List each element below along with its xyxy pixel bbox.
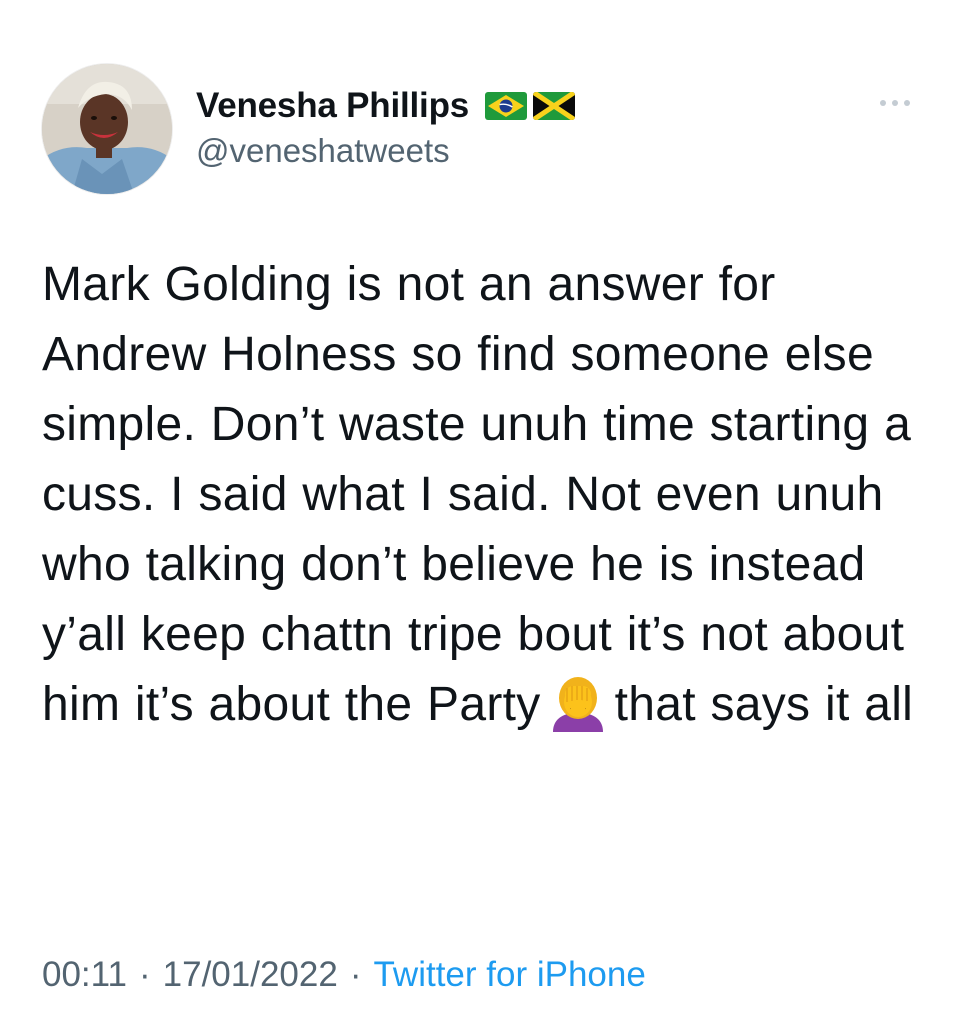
meta-separator: · xyxy=(139,955,151,994)
tweet-meta: 00:11 · 17/01/2022 · Twitter for iPhone xyxy=(42,955,646,995)
avatar-photo xyxy=(42,64,172,194)
tweet-text: Mark Golding is not an answer for Andrew… xyxy=(42,250,922,740)
brazil-flag-icon xyxy=(485,92,528,120)
meta-separator: · xyxy=(349,955,362,994)
author-name-row: Venesha Phillips xyxy=(196,84,576,128)
woman-facepalming-icon xyxy=(547,674,609,732)
tweet-text-main: Mark Golding is not an answer for Andrew… xyxy=(42,258,912,731)
avatar[interactable] xyxy=(42,64,172,194)
more-options-icon[interactable] xyxy=(870,88,920,118)
tweet-date[interactable]: 17/01/2022 xyxy=(163,955,338,995)
tweet-time[interactable]: 00:11 xyxy=(42,955,127,995)
tweet-text-tail: that says it all xyxy=(614,678,914,731)
jamaica-flag-icon xyxy=(533,92,576,120)
tweet-card: Venesha Phillips @veneshatweets Mark Gol… xyxy=(0,0,959,1024)
tweet-source-link[interactable]: Twitter for iPhone xyxy=(373,955,645,995)
author-handle[interactable]: @veneshatweets xyxy=(196,132,450,170)
author-display-name[interactable]: Venesha Phillips xyxy=(196,86,469,126)
author-flags xyxy=(485,92,576,120)
